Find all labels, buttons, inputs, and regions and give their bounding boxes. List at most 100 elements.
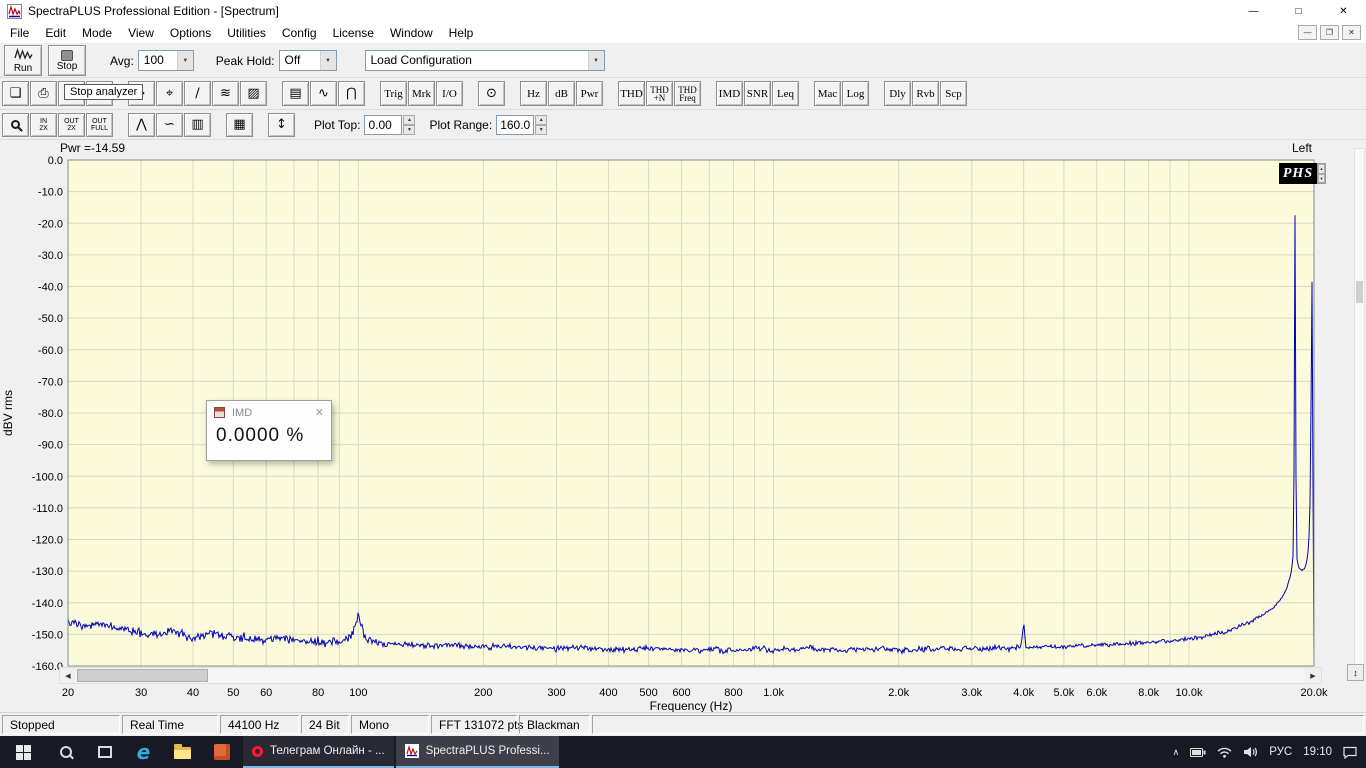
search-button[interactable]	[46, 736, 85, 768]
plot-range-spinner[interactable]: 160.0 ▲ ▼	[496, 114, 548, 135]
network-icon[interactable]	[1217, 747, 1232, 758]
time-series-icon[interactable]: ▤	[282, 81, 309, 106]
signal-generator-icon[interactable]: ⊙	[478, 81, 505, 106]
imd-close-icon[interactable]: ✕	[315, 406, 324, 419]
io-button[interactable]: I/O	[436, 81, 463, 106]
maximize-button[interactable]: □	[1276, 0, 1321, 22]
chevron-up-icon[interactable]: ∧	[1173, 747, 1180, 758]
macro-button[interactable]: Mac	[814, 81, 841, 106]
thd-button[interactable]: THD	[618, 81, 645, 106]
mdi-minimize-button[interactable]: —	[1298, 25, 1317, 40]
zoom-waveform-icon[interactable]: ⌖	[156, 81, 183, 106]
taskbar-clock[interactable]: 19:10	[1303, 746, 1332, 758]
menu-item-edit[interactable]: Edit	[37, 23, 74, 43]
peak-hold-dropdown-arrow-icon[interactable]: ▼	[319, 51, 336, 70]
scroll-right-icon[interactable]: ▶	[1305, 668, 1321, 683]
peak-curve-icon[interactable]: ⋀	[128, 112, 155, 137]
imd-window[interactable]: IMD ✕ 0.0000 %	[206, 400, 332, 461]
menu-item-file[interactable]: File	[2, 23, 37, 43]
new-file-icon[interactable]: ❏	[2, 81, 29, 106]
mdi-restore-button[interactable]: ❐	[1320, 25, 1339, 40]
task-view-button[interactable]	[85, 736, 124, 768]
pwr-button[interactable]: Pwr	[576, 81, 603, 106]
plot-top-down-icon[interactable]: ▼	[403, 124, 416, 135]
explorer-button[interactable]	[163, 736, 202, 768]
spectrogram-icon[interactable]: ▨	[240, 81, 267, 106]
run-button[interactable]: Run	[4, 45, 42, 76]
zoom-select-button[interactable]	[2, 112, 29, 137]
imd-window-titlebar[interactable]: IMD ✕	[207, 401, 331, 424]
plot-range-value[interactable]: 160.0	[496, 114, 535, 135]
horizontal-scrollbar-thumb[interactable]	[77, 669, 208, 682]
data-table-icon[interactable]: ▦	[226, 112, 253, 137]
print-icon[interactable]: ⎙	[30, 81, 57, 106]
zoom-out-2x-button[interactable]: OUT 2X	[58, 112, 85, 137]
thd-n-button[interactable]: THD +N	[646, 81, 673, 106]
scroll-left-icon[interactable]: ◀	[60, 668, 76, 683]
avg-dropdown-arrow-icon[interactable]: ▼	[176, 51, 193, 70]
smooth-curve-icon[interactable]: ∽	[156, 112, 183, 137]
menu-item-view[interactable]: View	[120, 23, 162, 43]
scope-button[interactable]: Scp	[940, 81, 967, 106]
reverb-button[interactable]: Rvb	[912, 81, 939, 106]
menu-item-license[interactable]: License	[325, 23, 382, 43]
action-center-icon[interactable]	[1343, 746, 1357, 759]
menu-item-window[interactable]: Window	[382, 23, 441, 43]
avg-dropdown[interactable]: 100 ▼	[137, 50, 194, 71]
plot-top-value[interactable]: 0.00	[364, 114, 403, 135]
horizontal-scrollbar[interactable]: ◀ ▶	[59, 667, 1322, 684]
close-button[interactable]: ✕	[1321, 0, 1366, 22]
log-button[interactable]: Log	[842, 81, 869, 106]
load-configuration-dropdown-arrow-icon[interactable]: ▼	[587, 51, 604, 70]
trigger-button[interactable]: Trig	[380, 81, 407, 106]
hz-button[interactable]: Hz	[520, 81, 547, 106]
app-shortcut-button[interactable]	[202, 736, 241, 768]
language-indicator[interactable]: РУС	[1269, 746, 1292, 758]
zoom-out-full-button[interactable]: OUT FULL	[86, 112, 113, 137]
spectrum-plot[interactable]: 0.0 -10.0 -20.0 -30.0 -40.0 -50.0 -60.0 -70.0 -8…	[0, 140, 1366, 712]
battery-icon[interactable]	[1190, 747, 1206, 757]
taskbar-task-0[interactable]: Телеграм Онлайн - ...	[243, 736, 394, 768]
imd-window-icon	[214, 407, 225, 418]
marker-button[interactable]: Mrk	[408, 81, 435, 106]
phase-slope-icon[interactable]: ∕	[184, 81, 211, 106]
edge-icon: e	[136, 740, 151, 764]
edge-button[interactable]: e	[124, 736, 163, 768]
plot-range-up-icon[interactable]: ▲	[535, 114, 548, 125]
leq-button[interactable]: Leq	[772, 81, 799, 106]
menu-item-utilities[interactable]: Utilities	[219, 23, 274, 43]
waterfall-icon[interactable]: ≋	[212, 81, 239, 106]
x-tick-label: 300	[547, 687, 565, 699]
minimize-button[interactable]: —	[1231, 0, 1276, 22]
volume-icon[interactable]	[1243, 746, 1258, 758]
db-button[interactable]: dB	[548, 81, 575, 106]
imd-button[interactable]: IMD	[716, 81, 743, 106]
vertical-scrollbar-thumb[interactable]	[1356, 281, 1363, 303]
button-label: Leq	[776, 87, 795, 100]
bar-display-icon[interactable]: ▥	[184, 112, 211, 137]
phs-up-icon[interactable]: ▲	[1318, 164, 1325, 174]
plot-range-down-icon[interactable]: ▼	[535, 124, 548, 135]
plot-top-spinner[interactable]: 0.00 ▲ ▼	[364, 114, 416, 135]
taskbar-task-1[interactable]: SpectraPLUS Professi...	[395, 736, 559, 768]
plot-top-up-icon[interactable]: ▲	[403, 114, 416, 125]
distribution-icon[interactable]: ⋂	[338, 81, 365, 106]
thd-freq-button[interactable]: THD Freq	[674, 81, 701, 106]
menu-item-mode[interactable]: Mode	[74, 23, 120, 43]
load-configuration-dropdown[interactable]: Load Configuration ▼	[364, 50, 605, 71]
menu-item-help[interactable]: Help	[441, 23, 482, 43]
start-button[interactable]	[0, 736, 46, 768]
stop-button[interactable]: Stop	[48, 45, 86, 76]
snr-button[interactable]: SNR	[744, 81, 771, 106]
zoom-in-2x-button[interactable]: IN 2X	[30, 112, 57, 137]
scope-trace-icon[interactable]: ∿	[310, 81, 337, 106]
menu-item-options[interactable]: Options	[162, 23, 219, 43]
vertical-scale-icon[interactable]: ↕	[268, 112, 295, 137]
scale-adjust-icon[interactable]: ↕	[1347, 664, 1364, 681]
delay-button[interactable]: Dly	[884, 81, 911, 106]
menu-item-config[interactable]: Config	[274, 23, 325, 43]
peak-hold-dropdown[interactable]: Off ▼	[278, 50, 337, 71]
mdi-close-button[interactable]: ✕	[1342, 25, 1361, 40]
vertical-scrollbar[interactable]	[1354, 148, 1365, 665]
phs-down-icon[interactable]: ▼	[1318, 173, 1325, 183]
